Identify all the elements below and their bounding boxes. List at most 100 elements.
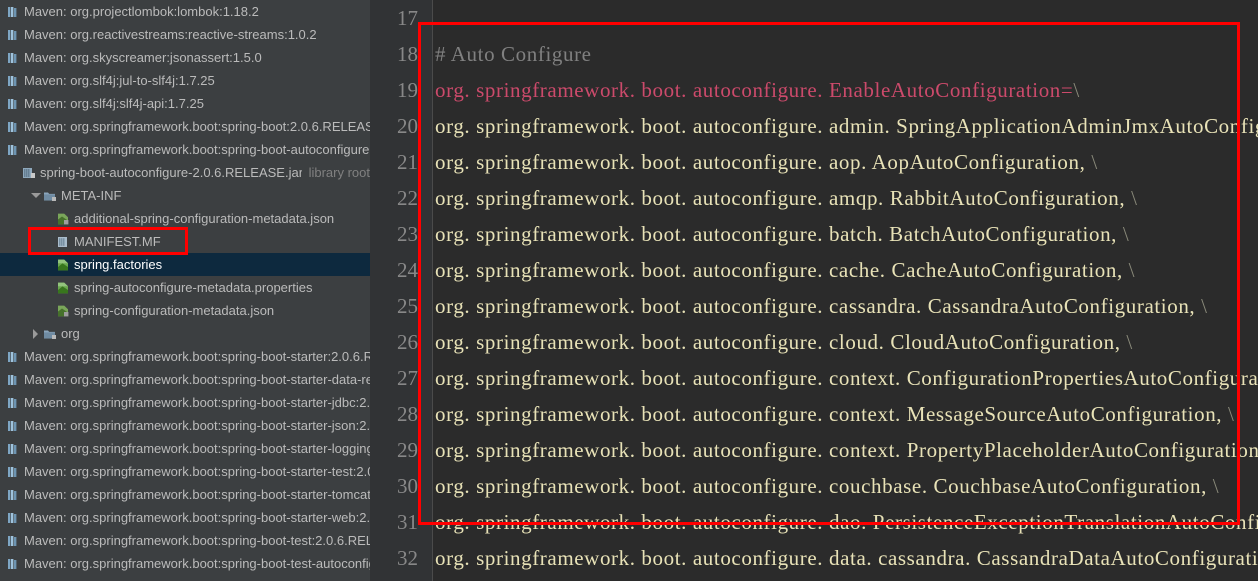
tree-item[interactable]: Maven: org.springframework.boot:spring-b… — [0, 115, 370, 138]
tree-item[interactable]: Maven: org.springframework.boot:spring-b… — [0, 414, 370, 437]
tree-item[interactable]: MANIFEST.MF — [0, 230, 370, 253]
tree-item-label: Maven: org.springframework.boot:spring-b… — [24, 464, 370, 479]
tree-item-label: Maven: org.springframework.boot:spring-b… — [24, 533, 370, 548]
tree-item[interactable]: Maven: org.springframework.data:spring-d… — [0, 575, 370, 581]
tree-item[interactable]: Maven: org.springframework.boot:spring-b… — [0, 529, 370, 552]
library-icon — [6, 51, 20, 65]
tree-item-label: Maven: org.springframework.data:spring-d… — [24, 575, 370, 581]
tree-item[interactable]: org — [0, 322, 370, 345]
code-line[interactable]: 30 org. springframework. boot. autoconfig… — [370, 468, 1258, 504]
code-line[interactable]: 23 org. springframework. boot. autoconfig… — [370, 216, 1258, 252]
code-token: org. springframework. boot. autoconfigur… — [435, 330, 1121, 354]
library-icon — [6, 28, 20, 42]
code-token: \ — [1073, 78, 1080, 102]
code-token: \ — [1120, 330, 1133, 354]
json-file-icon — [56, 212, 70, 226]
library-icon — [6, 419, 20, 433]
chevron-down-icon[interactable] — [30, 190, 41, 201]
tree-item[interactable]: Maven: org.springframework.boot:spring-b… — [0, 460, 370, 483]
properties-file-icon — [56, 281, 70, 295]
tree-item[interactable]: Maven: org.slf4j:slf4j-api:1.7.25 — [0, 92, 370, 115]
code-line-text: org. springframework. boot. autoconfigur… — [435, 144, 1098, 180]
code-line[interactable]: 24 org. springframework. boot. autoconfig… — [370, 252, 1258, 288]
tree-item-label: Maven: org.springframework.boot:spring-b… — [24, 510, 370, 525]
code-token: org. springframework. boot. autoconfigur… — [435, 258, 1123, 282]
code-token: \ — [1125, 186, 1138, 210]
tree-item[interactable]: Maven: org.reactivestreams:reactive-stre… — [0, 23, 370, 46]
code-content[interactable]: 17 18 # Auto Configure 19 org. springframewo… — [370, 0, 1258, 581]
code-token: \ — [1195, 294, 1208, 318]
line-number: 22 — [397, 186, 418, 210]
project-tool-window[interactable]: Maven: org.projectlombok:lombok:1.18.2 Ma… — [0, 0, 370, 581]
code-line[interactable]: 18 # Auto Configure — [370, 36, 1258, 72]
line-number: 32 — [397, 546, 418, 570]
chevron-right-icon[interactable] — [30, 328, 41, 339]
tree-item[interactable]: Maven: org.springframework.boot:spring-b… — [0, 391, 370, 414]
tree-item[interactable]: Maven: org.projectlombok:lombok:1.18.2 — [0, 0, 370, 23]
code-token: org. springframework. boot. autoconfigur… — [435, 366, 1258, 390]
code-line[interactable]: 20 org. springframework. boot. autoconfig… — [370, 108, 1258, 144]
tree-item-label: additional-spring-configuration-metadata… — [74, 211, 335, 226]
code-line[interactable]: 33 org. springframework. boot. autoconfig… — [370, 576, 1258, 581]
code-line-text: org. springframework. boot. autoconfigur… — [435, 504, 1258, 540]
library-icon — [6, 557, 20, 571]
code-line[interactable]: 31 org. springframework. boot. autoconfig… — [370, 504, 1258, 540]
code-line-text: org. springframework. boot. autoconfigur… — [435, 576, 1258, 581]
tree-item[interactable]: additional-spring-configuration-metadata… — [0, 207, 370, 230]
library-icon — [6, 534, 20, 548]
line-number: 28 — [397, 402, 418, 426]
code-editor[interactable]: 17 18 # Auto Configure 19 org. springframewo… — [370, 0, 1258, 581]
code-token: org. springframework. boot. autoconfigur… — [435, 222, 1118, 246]
code-line[interactable]: 28 org. springframework. boot. autoconfig… — [370, 396, 1258, 432]
code-line[interactable]: 26 org. springframework. boot. autoconfig… — [370, 324, 1258, 360]
tree-item-label: Maven: org.springframework.boot:spring-b… — [24, 349, 370, 364]
line-number: 26 — [397, 330, 418, 354]
code-line[interactable]: 19 org. springframework. boot. autoconfig… — [370, 72, 1258, 108]
properties-file-icon — [56, 258, 70, 272]
code-token: org. springframework. boot. autoconfigur… — [435, 510, 1258, 534]
tree-item[interactable]: Maven: org.springframework.boot:spring-b… — [0, 437, 370, 460]
library-icon — [6, 97, 20, 111]
code-line-text: org. springframework. boot. autoconfigur… — [435, 324, 1133, 360]
tree-item-label: Maven: org.springframework.boot:spring-b… — [24, 119, 370, 134]
line-number: 20 — [397, 114, 418, 138]
tree-item-label: spring-autoconfigure-metadata.properties — [74, 280, 313, 295]
tree-item[interactable]: spring-boot-autoconfigure-2.0.6.RELEASE.… — [0, 161, 370, 184]
code-line[interactable]: 32 org. springframework. boot. autoconfig… — [370, 540, 1258, 576]
tree-item[interactable]: META-INF — [0, 184, 370, 207]
code-token: \ — [1222, 402, 1235, 426]
tree-item-label: Maven: org.springframework.boot:spring-b… — [24, 395, 370, 410]
tree-item[interactable]: Maven: org.slf4j:jul-to-slf4j:1.7.25 — [0, 69, 370, 92]
code-line[interactable]: 21 org. springframework. boot. autoconfig… — [370, 144, 1258, 180]
code-line[interactable]: 29 org. springframework. boot. autoconfig… — [370, 432, 1258, 468]
line-number: 21 — [397, 150, 418, 174]
line-number: 17 — [397, 6, 418, 30]
tree-item[interactable]: Maven: org.springframework.boot:spring-b… — [0, 483, 370, 506]
code-token: \ — [1206, 474, 1220, 498]
code-line-text: org. springframework. boot. autoconfigur… — [435, 180, 1138, 216]
project-tree[interactable]: Maven: org.projectlombok:lombok:1.18.2 Ma… — [0, 0, 370, 581]
manifest-file-icon — [56, 235, 70, 249]
library-icon — [6, 74, 20, 88]
code-line-text: # Auto Configure — [435, 36, 592, 72]
tree-item[interactable]: Maven: org.springframework.boot:spring-b… — [0, 552, 370, 575]
tree-item[interactable]: Maven: org.springframework.boot:spring-b… — [0, 368, 370, 391]
tree-item[interactable]: Maven: org.springframework.boot:spring-b… — [0, 138, 370, 161]
tree-item-label: Maven: org.skyscreamer:jsonassert:1.5.0 — [24, 50, 262, 65]
code-line[interactable]: 22 org. springframework. boot. autoconfig… — [370, 180, 1258, 216]
code-line[interactable]: 17 — [370, 0, 1258, 36]
library-icon — [6, 120, 20, 134]
tree-item[interactable]: Maven: org.skyscreamer:jsonassert:1.5.0 — [0, 46, 370, 69]
code-token: org. springframework. boot. autoconfigur… — [435, 474, 1207, 498]
code-line-text: org. springframework. boot. autoconfigur… — [435, 360, 1258, 396]
code-line[interactable]: 25 org. springframework. boot. autoconfig… — [370, 288, 1258, 324]
code-token: org. springframework. boot. autoconfigur… — [435, 78, 1074, 102]
tree-item[interactable]: Maven: org.springframework.boot:spring-b… — [0, 345, 370, 368]
json-file-icon — [56, 304, 70, 318]
tree-item[interactable]: Maven: org.springframework.boot:spring-b… — [0, 506, 370, 529]
code-line[interactable]: 27 org. springframework. boot. autoconfig… — [370, 360, 1258, 396]
tree-item-selected[interactable]: spring.factories — [0, 253, 370, 276]
tree-item[interactable]: spring-autoconfigure-metadata.properties — [0, 276, 370, 299]
tree-item[interactable]: spring-configuration-metadata.json — [0, 299, 370, 322]
tree-item-label: Maven: org.springframework.boot:spring-b… — [24, 372, 370, 387]
